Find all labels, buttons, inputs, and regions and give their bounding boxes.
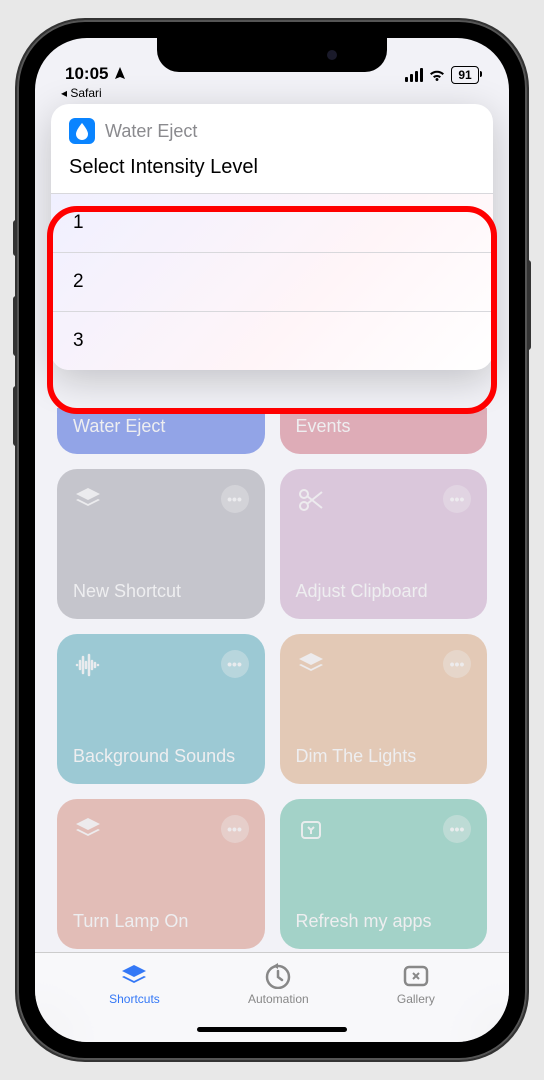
intensity-option-1[interactable]: 1 <box>51 193 493 252</box>
status-time: 10:05 <box>65 64 108 84</box>
tile-label: Dim The Lights <box>296 746 472 768</box>
notch <box>157 38 387 72</box>
stack-icon <box>296 650 326 680</box>
shortcut-tile[interactable]: ••• Background Sounds <box>57 634 265 784</box>
signal-icon <box>405 68 423 82</box>
square-icon <box>296 815 326 845</box>
phone-frame: 10:05 91 ◂ Safari Water Eject Events <box>17 20 527 1060</box>
intensity-option-2[interactable]: 2 <box>51 252 493 311</box>
tile-label: Background Sounds <box>73 746 249 768</box>
tile-label: New Shortcut <box>73 581 249 603</box>
automation-icon <box>263 963 293 989</box>
intensity-option-3[interactable]: 3 <box>51 311 493 370</box>
shortcut-tile[interactable]: Water Eject <box>57 408 265 454</box>
more-icon[interactable]: ••• <box>443 485 471 513</box>
water-drop-icon <box>69 118 95 144</box>
more-icon[interactable]: ••• <box>221 815 249 843</box>
tile-label: Adjust Clipboard <box>296 581 472 603</box>
more-icon[interactable]: ••• <box>443 815 471 843</box>
gallery-icon <box>401 963 431 989</box>
intensity-modal: Water Eject Select Intensity Level 1 2 3 <box>51 104 493 370</box>
shortcut-tile[interactable]: ••• Adjust Clipboard <box>280 469 488 619</box>
shortcut-tile[interactable]: ••• Dim The Lights <box>280 634 488 784</box>
tab-gallery[interactable]: Gallery <box>397 963 435 1042</box>
location-icon <box>114 67 126 81</box>
shortcut-tile[interactable]: ••• Refresh my apps <box>280 799 488 949</box>
scissors-icon <box>296 485 326 515</box>
modal-app-name: Water Eject <box>105 121 197 142</box>
tile-label: Refresh my apps <box>296 911 472 933</box>
intensity-options: 1 2 3 <box>51 193 493 370</box>
shortcut-tile[interactable]: Events <box>280 408 488 454</box>
tab-shortcuts[interactable]: Shortcuts <box>109 963 160 1042</box>
battery-indicator: 91 <box>451 66 479 84</box>
waveform-icon <box>73 650 103 680</box>
home-indicator[interactable] <box>197 1027 347 1032</box>
shortcut-tile[interactable]: ••• Turn Lamp On <box>57 799 265 949</box>
more-icon[interactable]: ••• <box>443 650 471 678</box>
shortcuts-icon <box>119 963 149 989</box>
more-icon[interactable]: ••• <box>221 485 249 513</box>
stack-icon <box>73 815 103 845</box>
shortcut-tile[interactable]: ••• New Shortcut <box>57 469 265 619</box>
back-to-app[interactable]: ◂ Safari <box>61 86 102 100</box>
stack-icon <box>73 485 103 515</box>
screen: 10:05 91 ◂ Safari Water Eject Events <box>35 38 509 1042</box>
more-icon[interactable]: ••• <box>221 650 249 678</box>
tile-label: Turn Lamp On <box>73 911 249 933</box>
wifi-icon <box>428 68 446 82</box>
modal-prompt: Select Intensity Level <box>51 152 493 193</box>
